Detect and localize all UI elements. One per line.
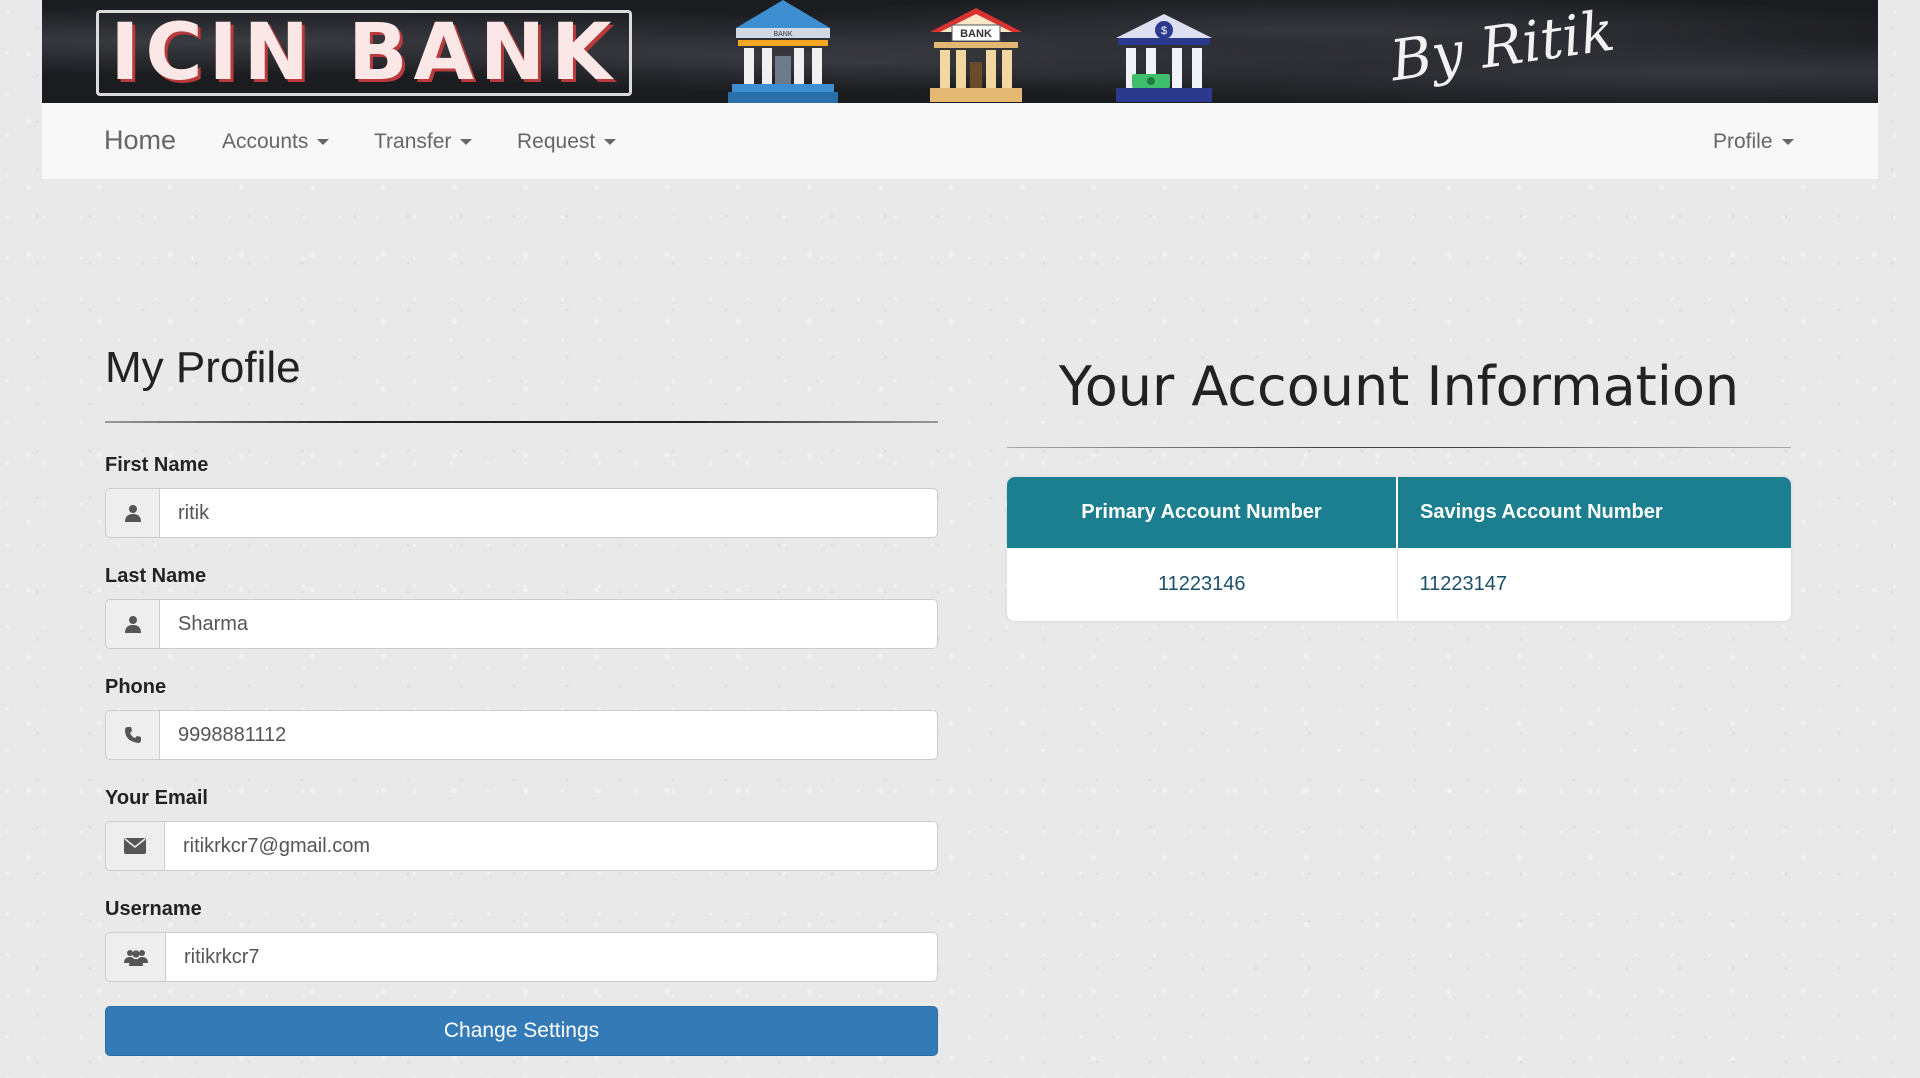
change-settings-button[interactable]: Change Settings bbox=[105, 1006, 938, 1056]
caret-down-icon bbox=[460, 139, 473, 145]
savings-account-header: Savings Account Number bbox=[1397, 477, 1791, 548]
last-name-group bbox=[105, 599, 938, 649]
title-divider bbox=[105, 421, 938, 423]
nav-request-label: Request bbox=[517, 130, 596, 153]
username-input[interactable] bbox=[165, 932, 938, 982]
envelope-icon bbox=[105, 821, 164, 871]
table-header-row: Primary Account Number Savings Account N… bbox=[1007, 477, 1791, 548]
username-group bbox=[105, 932, 938, 982]
primary-account-number: 11223146 bbox=[1007, 548, 1398, 621]
nav-transfer-dropdown[interactable]: Transfer bbox=[374, 130, 473, 154]
email-input[interactable] bbox=[164, 821, 938, 871]
page-title: My Profile bbox=[105, 343, 301, 392]
signature: By Ritik bbox=[1386, 0, 1619, 95]
first-name-label: First Name bbox=[105, 454, 209, 476]
account-info-title: Your Account Information bbox=[1058, 355, 1740, 418]
email-label: Your Email bbox=[105, 787, 208, 809]
nav-accounts-label: Accounts bbox=[222, 130, 309, 153]
first-name-group bbox=[105, 488, 938, 538]
last-name-label: Last Name bbox=[105, 565, 207, 587]
nav-request-dropdown[interactable]: Request bbox=[517, 130, 617, 154]
table-row: 11223146 11223147 bbox=[1007, 548, 1791, 621]
nav-profile-label: Profile bbox=[1713, 130, 1773, 153]
first-name-input[interactable] bbox=[159, 488, 938, 538]
last-name-input[interactable] bbox=[159, 599, 938, 649]
bank-sign-small: BANK bbox=[773, 31, 792, 38]
caret-down-icon bbox=[1781, 139, 1794, 145]
username-label: Username bbox=[105, 898, 202, 920]
bank-building-icon: BANK bbox=[728, 0, 838, 103]
users-icon bbox=[105, 932, 165, 982]
user-icon bbox=[105, 599, 159, 649]
bank-sign: BANK bbox=[960, 28, 992, 40]
nav-home-link[interactable]: Home bbox=[104, 125, 176, 156]
caret-down-icon bbox=[317, 139, 330, 145]
email-group bbox=[105, 821, 938, 871]
logo-text: ICIN BANK bbox=[110, 8, 618, 98]
navbar: Home Accounts Transfer Request Profile bbox=[42, 103, 1878, 180]
site-banner: ICIN BANK BANK BANK $ By Ritik bbox=[42, 0, 1878, 103]
bank-building-icon: BANK bbox=[930, 8, 1022, 102]
nav-profile-dropdown[interactable]: Profile bbox=[1713, 130, 1794, 154]
nav-accounts-dropdown[interactable]: Accounts bbox=[222, 130, 330, 154]
account-info-divider bbox=[1007, 447, 1791, 448]
bank-building-icon: $ bbox=[1116, 14, 1212, 102]
logo[interactable]: ICIN BANK bbox=[96, 10, 632, 96]
svg-text:$: $ bbox=[1161, 25, 1167, 37]
phone-group bbox=[105, 710, 938, 760]
phone-label: Phone bbox=[105, 676, 167, 698]
user-icon bbox=[105, 488, 159, 538]
phone-icon bbox=[105, 710, 159, 760]
primary-account-header: Primary Account Number bbox=[1007, 477, 1398, 548]
caret-down-icon bbox=[604, 139, 617, 145]
nav-transfer-label: Transfer bbox=[374, 130, 452, 153]
savings-account-number: 11223147 bbox=[1397, 548, 1791, 621]
account-table: Primary Account Number Savings Account N… bbox=[1007, 477, 1791, 621]
phone-input[interactable] bbox=[159, 710, 938, 760]
